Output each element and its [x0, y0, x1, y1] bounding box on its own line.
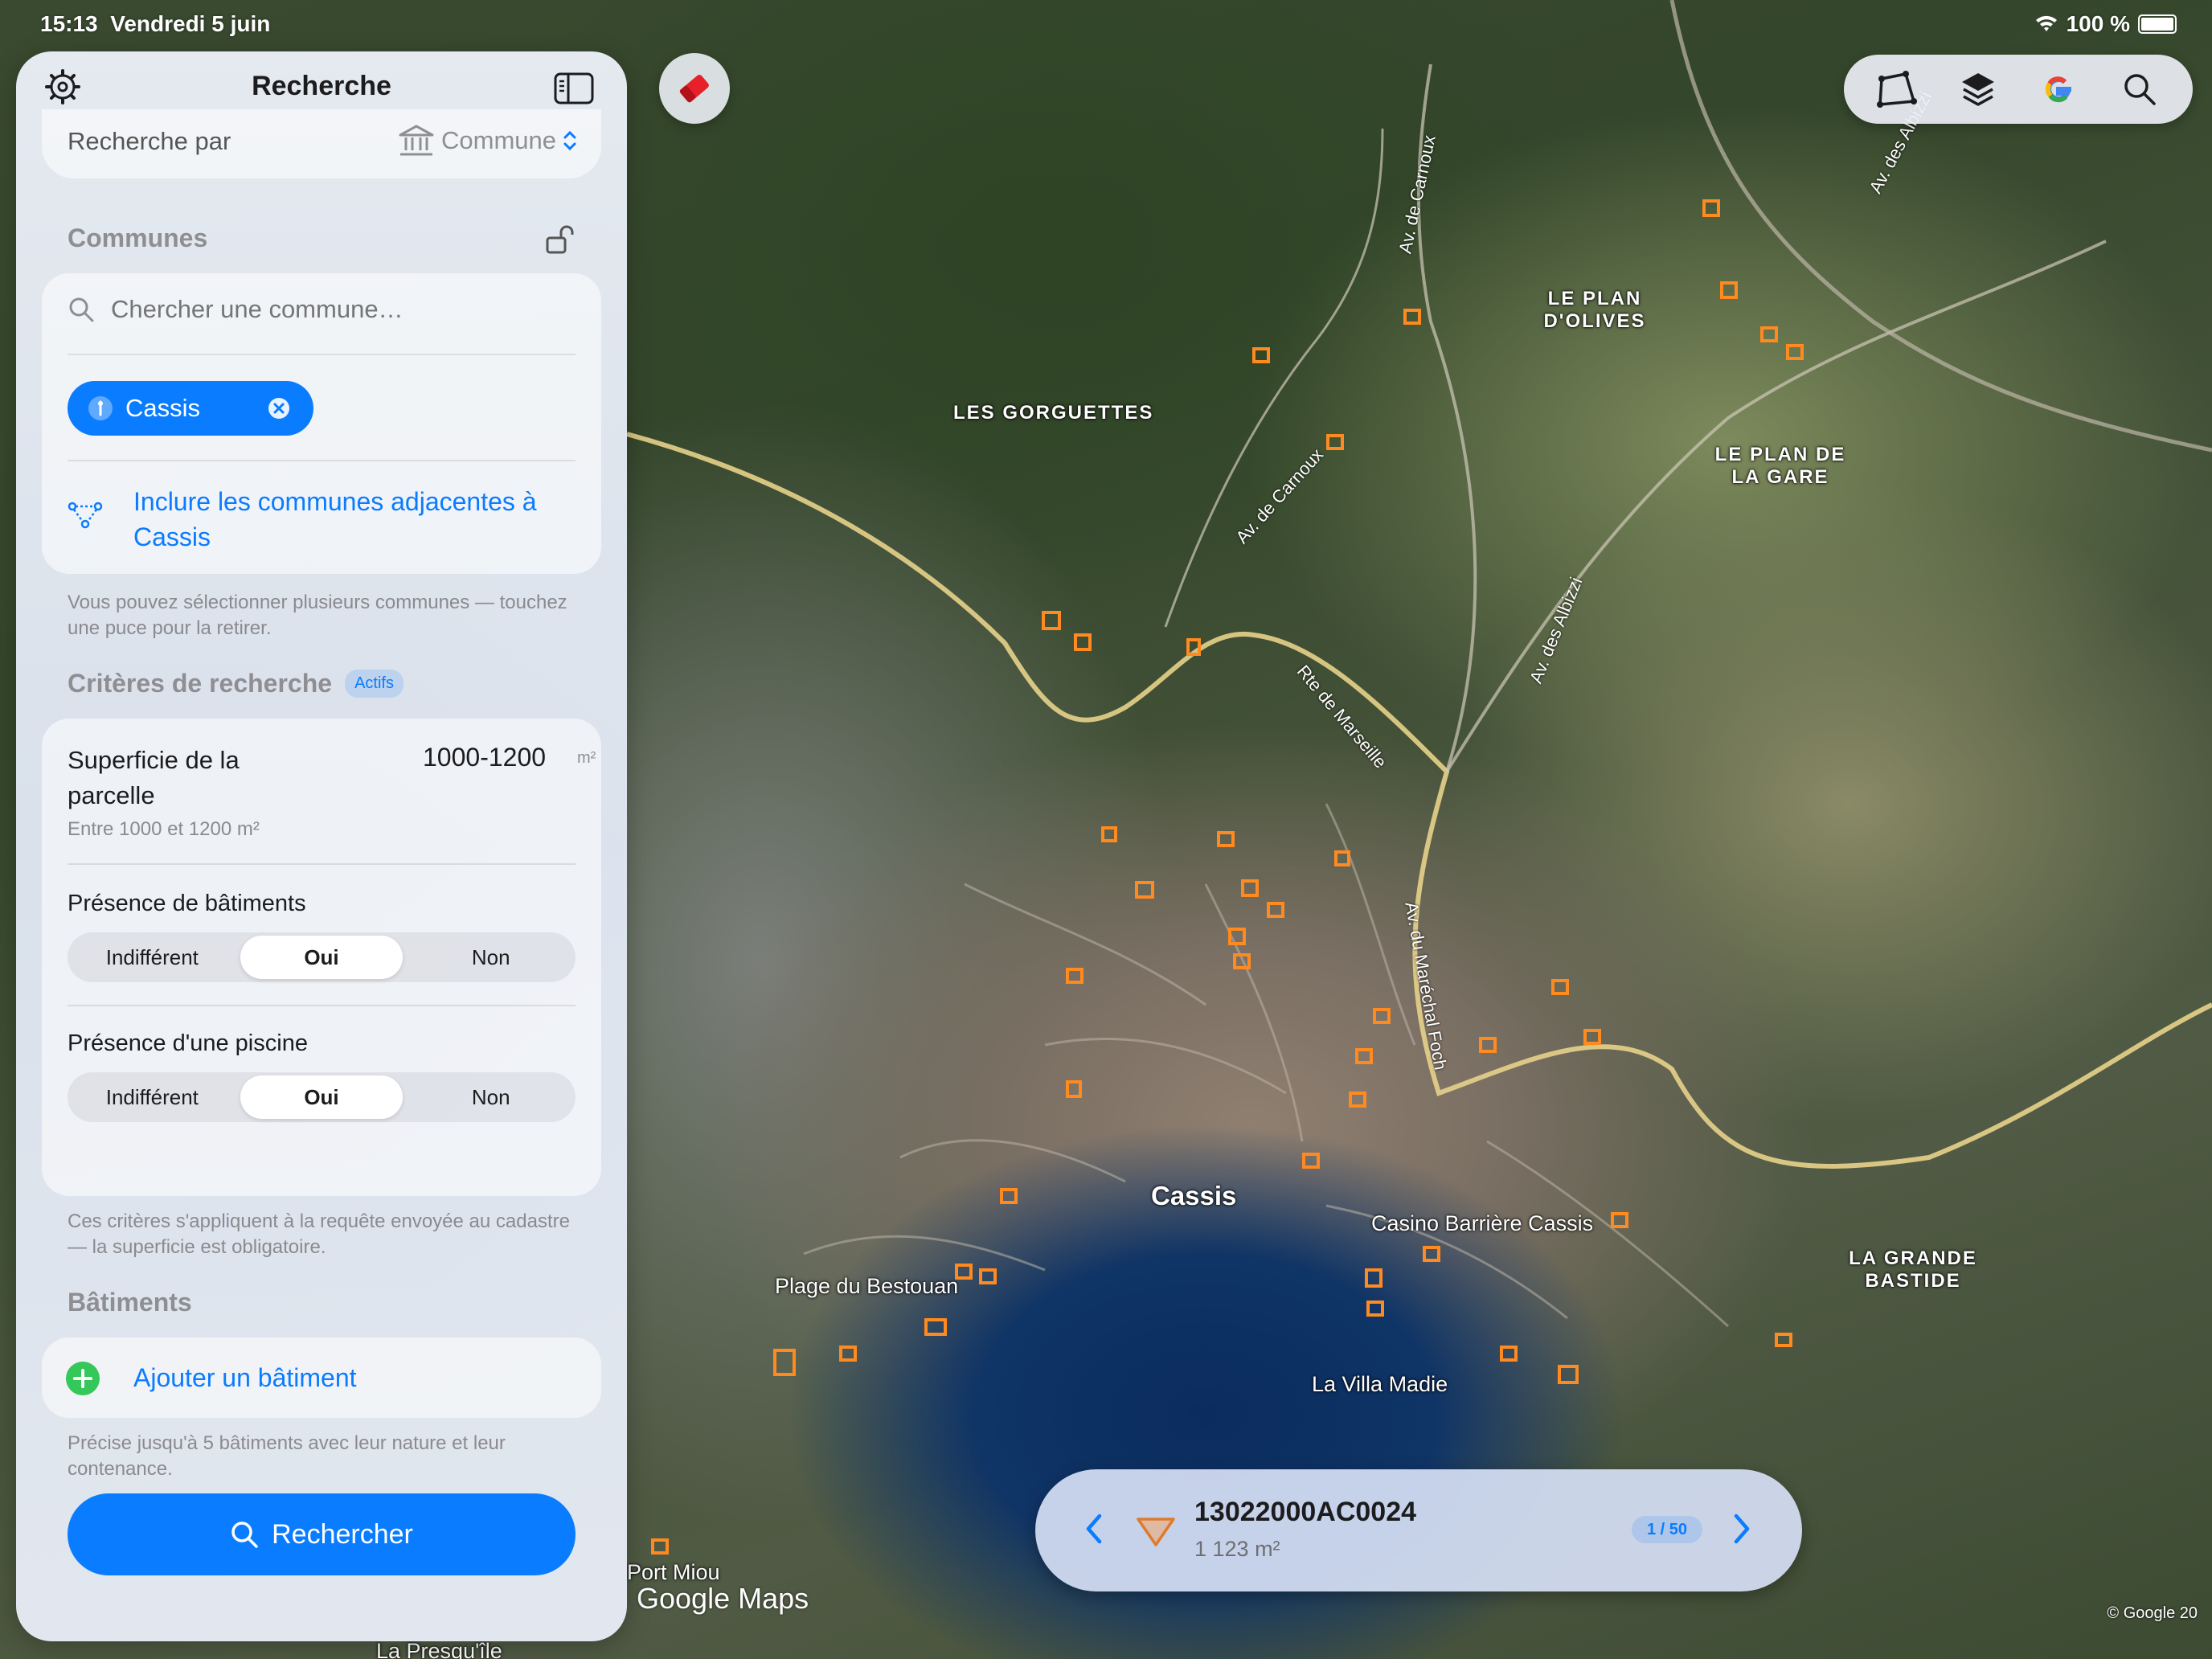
- parcel-area: 1 123 m²: [1194, 1537, 1280, 1561]
- commune-chip-label: Cassis: [125, 394, 201, 422]
- map-label-bestouan: Plage du Bestouan: [775, 1274, 959, 1298]
- map-label-grande-bastide: LA GRANDE BASTIDE: [1849, 1247, 1977, 1292]
- search-icon: [2124, 74, 2156, 105]
- plus-circle-icon: [66, 1362, 100, 1395]
- chevron-right-icon: [1734, 1514, 1750, 1544]
- commune-chip-cassis[interactable]: Cassis: [68, 381, 313, 436]
- search-button[interactable]: Rechercher: [68, 1493, 576, 1575]
- eraser-icon: [679, 75, 709, 103]
- map-label-les-gorguettes: LES GORGUETTES: [953, 402, 1154, 424]
- map-label-plan-gare: LE PLAN DE LA GARE: [1714, 444, 1846, 488]
- divider: [68, 863, 576, 865]
- communes-section-title: Communes: [68, 223, 208, 252]
- map-label-port-miou: Port Miou: [627, 1560, 720, 1584]
- buildings-option-no[interactable]: Non: [409, 936, 572, 979]
- search-by-picker[interactable]: Commune: [398, 124, 577, 158]
- draw-polygon-button[interactable]: [1871, 63, 1923, 115]
- chevron-left-icon: [1086, 1514, 1102, 1544]
- polygon-icon: [1877, 71, 1918, 108]
- area-value[interactable]: 1000-1200: [423, 743, 546, 772]
- parcel-result-card[interactable]: 13022000AC0024 1 123 m² 1 / 50: [1035, 1469, 1802, 1591]
- google-maps-logo: Google Maps: [637, 1582, 809, 1615]
- area-unit: m²: [577, 749, 596, 767]
- criteria-header: Critères de recherche Actifs: [68, 669, 403, 698]
- search-by-row[interactable]: Recherche par Commune: [42, 109, 601, 178]
- map-copyright: © Google 20: [2107, 1604, 2198, 1622]
- pool-option-yes[interactable]: Oui: [240, 1075, 403, 1119]
- adjacent-communes-icon: [66, 495, 104, 538]
- status-time-date: 15:13 Vendredi 5 juin: [40, 11, 270, 37]
- buildings-segmented-control[interactable]: Indifférent Oui Non: [68, 932, 576, 982]
- search-sidebar: Recherche Recherche par Commune Communes…: [16, 51, 627, 1641]
- buildings-label: Présence de bâtiments: [68, 891, 306, 916]
- commune-search-field[interactable]: [68, 294, 582, 325]
- eraser-button[interactable]: [659, 53, 730, 124]
- map-toolbar: [1844, 55, 2193, 124]
- pin-icon: [88, 396, 113, 420]
- map-label-casino: Casino Barrière Cassis: [1371, 1211, 1594, 1235]
- divider: [68, 460, 576, 461]
- google-g-icon: [2046, 76, 2072, 103]
- add-building-row[interactable]: Ajouter un bâtiment: [42, 1337, 601, 1418]
- pool-option-any[interactable]: Indifférent: [71, 1075, 234, 1119]
- batiments-footnote: Précise jusqu'à 5 bâtiments avec leur na…: [68, 1432, 506, 1480]
- pool-segmented-control[interactable]: Indifférent Oui Non: [68, 1072, 576, 1122]
- building-columns-icon: [399, 125, 434, 156]
- search-by-value: Commune: [441, 126, 556, 154]
- batiments-section-title: Bâtiments: [68, 1288, 192, 1317]
- result-pager-badge: 1 / 50: [1632, 1516, 1702, 1543]
- map-label-plan-olives: LE PLAN D'OLIVES: [1543, 288, 1646, 332]
- pool-option-no[interactable]: Non: [409, 1075, 572, 1119]
- layers-button[interactable]: [1952, 63, 2004, 115]
- unlock-icon: [546, 225, 574, 254]
- lock-button[interactable]: [539, 219, 580, 260]
- battery-icon: [2138, 14, 2177, 34]
- google-button[interactable]: [2033, 63, 2084, 115]
- criteria-footnote: Ces critères s'appliquent à la requête e…: [68, 1210, 570, 1258]
- divider: [68, 354, 576, 355]
- search-icon: [69, 297, 94, 322]
- search-icon: [231, 1522, 258, 1548]
- battery-percent: 100 %: [2066, 11, 2130, 36]
- pool-label: Présence d'une piscine: [68, 1030, 308, 1056]
- add-building-button[interactable]: Ajouter un bâtiment: [133, 1363, 357, 1393]
- divider: [68, 1005, 576, 1006]
- previous-result-button[interactable]: [1082, 1511, 1104, 1550]
- next-result-button[interactable]: [1731, 1511, 1754, 1550]
- area-sublabel: Entre 1000 et 1200 m²: [68, 818, 260, 840]
- map-label-presquile: La Presqu'île: [376, 1639, 502, 1659]
- close-icon[interactable]: [267, 396, 291, 420]
- map-search-button[interactable]: [2114, 63, 2165, 115]
- status-time: 15:13: [40, 11, 98, 36]
- map-label-villa-madie: La Villa Madie: [1312, 1372, 1448, 1396]
- status-indicators: 100 %: [2034, 11, 2177, 37]
- search-by-label: Recherche par: [68, 127, 231, 155]
- toggle-sidebar-button[interactable]: [553, 68, 595, 109]
- map-label-cassis: Cassis: [1151, 1181, 1237, 1210]
- sidebar-title: Recherche: [252, 71, 391, 101]
- status-badge: Actifs: [345, 670, 403, 698]
- buildings-option-yes[interactable]: Oui: [240, 936, 403, 979]
- parcel-id: 13022000AC0024: [1194, 1497, 1417, 1527]
- criteria-section-title: Critères de recherche: [68, 669, 333, 698]
- wifi-icon: [2035, 15, 2057, 31]
- criteria-card: Superficie de la parcelle 1000-1200 m² E…: [42, 719, 601, 1196]
- include-adjacent-button[interactable]: Inclure les communes adjacentes à Cassis: [133, 484, 567, 555]
- parcel-icon: [1137, 1518, 1175, 1546]
- communes-footnote: Vous pouvez sélectionner plusieurs commu…: [68, 592, 567, 639]
- sidebar-icon: [554, 72, 594, 104]
- buildings-option-any[interactable]: Indifférent: [71, 936, 234, 979]
- commune-search-input[interactable]: [109, 294, 563, 325]
- area-label: Superficie de la parcelle: [68, 746, 240, 809]
- search-button-label: Rechercher: [272, 1518, 413, 1550]
- chevron-up-down-icon: [563, 130, 576, 151]
- status-date: Vendredi 5 juin: [110, 11, 271, 36]
- layers-icon: [1961, 73, 1994, 106]
